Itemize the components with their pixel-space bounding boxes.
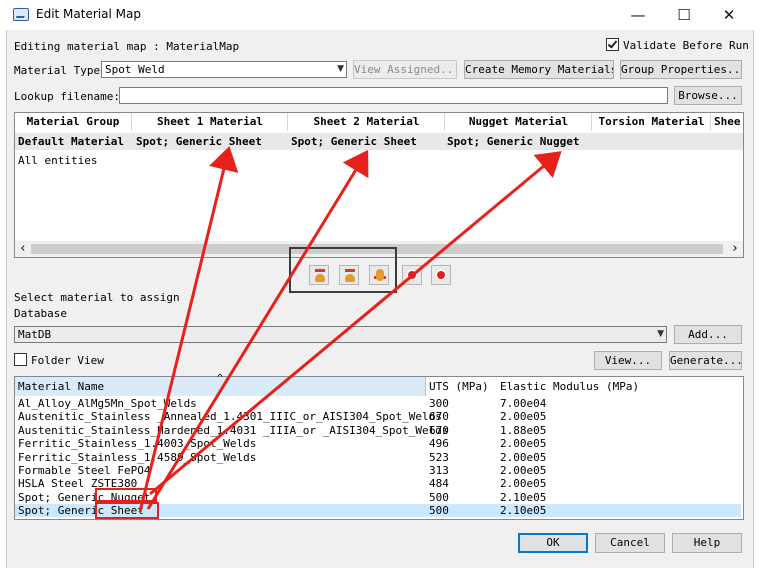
lookup-label: Lookup filename: — [14, 90, 120, 103]
material-modulus: 2.10e05 — [500, 490, 547, 504]
row-group: Default Material — [18, 135, 124, 148]
table-row[interactable]: Default Material Spot; Generic Sheet Spo… — [15, 133, 743, 150]
app-icon — [13, 8, 29, 21]
material-uts: 670 — [429, 410, 449, 424]
create-memory-materials-button[interactable]: Create Memory Materials — [464, 60, 614, 79]
validate-label: Validate Before Run — [623, 39, 749, 52]
maximize-icon[interactable]: ☐ — [672, 4, 696, 26]
scroll-right-icon[interactable]: › — [731, 241, 739, 257]
highlight-nugget-box — [95, 488, 157, 502]
material-type-label: Material Type — [14, 64, 101, 77]
list-header: Material Name ^ UTS (MPa) Elastic Modulu… — [15, 373, 743, 396]
editing-label: Editing material map : MaterialMap — [14, 40, 240, 53]
material-uts: 500 — [429, 490, 449, 504]
add-database-button[interactable]: Add... — [674, 325, 742, 344]
material-uts: 496 — [429, 437, 449, 451]
material-modulus: 2.00e05 — [500, 477, 547, 491]
folder-view-checkbox[interactable] — [14, 353, 27, 366]
database-label: Database — [14, 307, 67, 320]
column-header-uts[interactable]: UTS (MPa) — [429, 380, 489, 393]
material-modulus: 2.00e05 — [500, 410, 547, 424]
material-modulus: 2.00e05 — [500, 464, 547, 477]
material-uts: 500 — [429, 504, 449, 518]
material-type-value: Spot Weld — [105, 63, 165, 76]
checkmark-icon — [607, 38, 618, 49]
table-row[interactable]: All entities — [15, 152, 743, 167]
view-assigned-button[interactable]: View Assigned... — [353, 60, 457, 79]
material-uts: 484 — [429, 477, 449, 491]
list-item[interactable]: Ferritic_Stainless_1.4589_Spot_Welds 523 2… — [15, 451, 741, 464]
material-modulus: 2.10e05 — [500, 504, 547, 518]
window-title: Edit Material Map — [36, 7, 141, 21]
material-name: Ferritic_Stainless_1.4589_Spot_Welds — [18, 450, 257, 464]
list-item[interactable]: Formable Steel FePO4 313 2.00e05 — [15, 464, 741, 477]
column-header-sheet2[interactable]: Sheet 2 Material — [289, 113, 445, 131]
column-header-sheet-extra[interactable]: Shee — [712, 113, 743, 131]
row-nugget: Spot; Generic Nugget — [447, 135, 580, 148]
ok-button[interactable]: OK — [518, 533, 588, 553]
material-modulus: 2.00e05 — [500, 450, 547, 464]
material-name: Austenitic_Stainless_Hardened_1.4031 _II… — [18, 423, 449, 437]
list-item[interactable]: Al_Alloy_AlMg5Mn_Spot_Welds 300 7.00e04 — [15, 397, 741, 410]
lookup-filename-input[interactable] — [119, 87, 668, 104]
material-uts: 313 — [429, 464, 449, 477]
record-stop-icon[interactable] — [431, 265, 451, 285]
material-modulus: 2.00e05 — [500, 437, 547, 451]
material-uts: 670 — [429, 423, 449, 437]
row-sheet2: Spot; Generic Sheet — [291, 135, 417, 148]
assign-sheet1-icon[interactable] — [309, 265, 329, 285]
column-header-elastic-modulus[interactable]: Elastic Modulus (MPa) — [500, 380, 639, 393]
material-name: Al_Alloy_AlMg5Mn_Spot_Welds — [18, 397, 197, 410]
chevron-down-icon: ▼ — [657, 329, 664, 339]
column-header-sheet1[interactable]: Sheet 1 Material — [133, 113, 288, 131]
generate-button[interactable]: Generate... — [669, 351, 742, 370]
cancel-button[interactable]: Cancel — [595, 533, 665, 553]
row-sheet1: Spot; Generic Sheet — [136, 135, 262, 148]
database-value: MatDB — [18, 328, 52, 341]
group-properties-button[interactable]: Group Properties... — [620, 60, 742, 79]
column-header-material-group[interactable]: Material Group — [15, 113, 132, 131]
column-header-material-name[interactable]: Material Name ^ — [15, 373, 426, 396]
material-modulus: 1.88e05 — [500, 423, 547, 437]
list-item[interactable]: Austenitic_Stainless_Hardened_1.4031 _II… — [15, 424, 741, 437]
list-item[interactable]: Ferritic_Stainless_1.4003_Spot_Welds 496 2… — [15, 437, 741, 450]
material-uts: 300 — [429, 397, 449, 410]
material-name: Ferritic_Stainless_1.4003_Spot_Welds — [18, 437, 257, 451]
help-button[interactable]: Help — [672, 533, 742, 553]
validate-checkbox[interactable] — [606, 38, 619, 51]
close-icon[interactable]: ✕ — [717, 4, 741, 26]
record-icon[interactable] — [402, 265, 422, 285]
material-name: Austenitic_Stainless _Annealed_1.4301_II… — [18, 410, 442, 424]
scroll-left-icon[interactable]: ‹ — [19, 241, 27, 257]
material-uts: 523 — [429, 450, 449, 464]
material-name: Formable Steel FePO4 — [18, 464, 151, 477]
select-material-label: Select material to assign — [14, 291, 180, 304]
view-button[interactable]: View... — [594, 351, 662, 370]
list-item[interactable]: Austenitic_Stainless _Annealed_1.4301_II… — [15, 410, 741, 423]
assign-sheet2-icon[interactable] — [339, 265, 359, 285]
material-modulus: 7.00e04 — [500, 397, 547, 410]
database-select[interactable]: MatDB ▼ — [14, 326, 667, 343]
minimize-icon[interactable]: — — [626, 4, 650, 26]
folder-view-label: Folder View — [31, 354, 104, 367]
material-type-select[interactable]: Spot Weld ▼ — [101, 61, 347, 78]
column-header-torsion[interactable]: Torsion Material — [593, 113, 711, 131]
column-header-nugget[interactable]: Nugget Material — [446, 113, 592, 131]
row-group: All entities — [18, 154, 98, 167]
highlight-sheet-box — [95, 502, 159, 519]
assign-nugget-icon[interactable] — [369, 265, 389, 285]
material-map-table: Material Group Sheet 1 Material Sheet 2 … — [14, 112, 744, 258]
chevron-down-icon: ▼ — [337, 64, 344, 74]
sort-ascending-icon: ^ — [217, 373, 224, 384]
browse-button[interactable]: Browse... — [674, 86, 742, 105]
